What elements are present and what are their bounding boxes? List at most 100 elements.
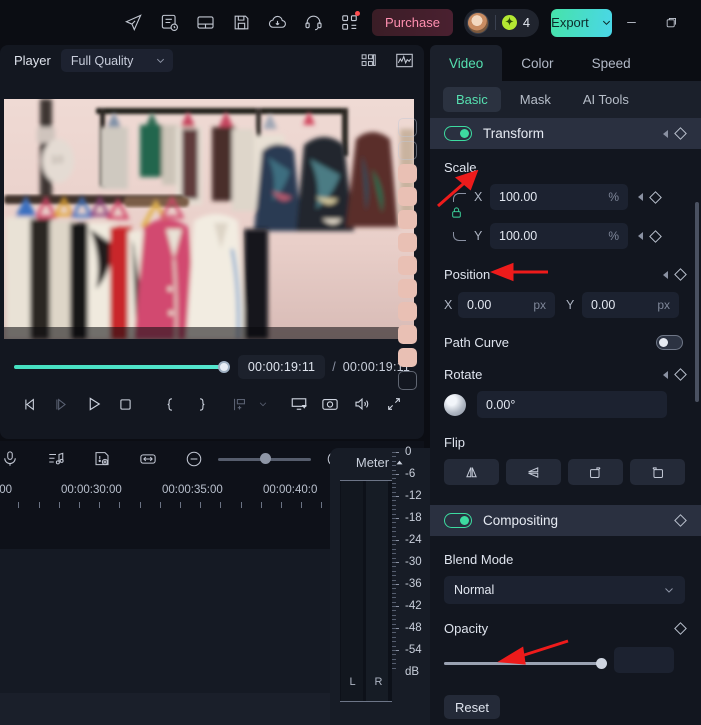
tab-basic[interactable]: Basic xyxy=(443,87,501,112)
lock-icon[interactable] xyxy=(450,206,463,224)
meter-scale-label: -36 xyxy=(405,578,422,590)
record-voiceover-icon[interactable] xyxy=(0,444,26,474)
filmstrip-cell xyxy=(397,256,417,275)
mark-out-button[interactable] xyxy=(190,391,214,417)
restore-button[interactable] xyxy=(652,3,692,43)
flip-horizontal-button[interactable] xyxy=(444,459,499,485)
meter-scale-label: -18 xyxy=(405,512,422,524)
filmstrip-cell xyxy=(397,118,417,137)
rotate-left-button[interactable] xyxy=(630,459,685,485)
player-header-tools xyxy=(360,52,414,69)
player-transport-controls xyxy=(0,384,424,424)
current-timecode[interactable]: 00:00:19:11 xyxy=(237,355,326,379)
add-keyframe-icon[interactable] xyxy=(674,622,687,635)
purchase-button[interactable]: Purchase xyxy=(372,9,453,36)
preview-filmstrip-scrollbar[interactable] xyxy=(394,115,420,405)
meter-scale-label: 0 xyxy=(405,446,412,458)
scale-x-input[interactable]: 100.00 % xyxy=(490,184,628,210)
add-to-timeline-button[interactable] xyxy=(227,391,251,417)
position-x-input[interactable]: 0.00 px xyxy=(458,292,555,318)
add-keyframe-icon[interactable] xyxy=(649,190,662,204)
blend-mode-select[interactable]: Normal xyxy=(444,576,685,604)
filmstrip-cell xyxy=(397,325,417,344)
layout-icon[interactable] xyxy=(192,10,218,36)
scale-link-lock-bottom[interactable] xyxy=(444,231,474,241)
position-label: Position xyxy=(444,267,491,282)
send-icon[interactable] xyxy=(120,10,146,36)
next-frame-button[interactable] xyxy=(50,391,74,417)
snapshot-button[interactable] xyxy=(318,391,342,417)
account-credits[interactable]: ✦ 4 xyxy=(463,8,540,37)
zoom-out-icon[interactable] xyxy=(178,444,210,474)
position-x-value: 0.00 xyxy=(467,298,492,312)
mark-in-button[interactable] xyxy=(158,391,182,417)
quality-select[interactable]: Full Quality xyxy=(60,49,173,72)
volume-button[interactable] xyxy=(350,391,374,417)
stop-button[interactable] xyxy=(113,391,137,417)
add-keyframe-icon[interactable] xyxy=(674,268,687,281)
flip-vertical-button[interactable] xyxy=(506,459,561,485)
prev-keyframe-icon[interactable] xyxy=(638,232,643,240)
rotate-input[interactable]: 0.00° xyxy=(477,391,667,418)
meter-db-scale: 0 -6 -12 -18 -24 -30 -36 -42 -48 -54 dB xyxy=(392,446,430,678)
rotate-dial[interactable] xyxy=(444,393,466,416)
position-y-input[interactable]: 0.00 px xyxy=(582,292,679,318)
avatar[interactable] xyxy=(466,11,489,34)
scale-link-lock[interactable] xyxy=(444,192,474,202)
prev-keyframe-icon[interactable] xyxy=(663,370,668,379)
grid-view-icon[interactable] xyxy=(360,52,377,69)
properties-scrollbar[interactable] xyxy=(695,202,699,402)
play-button[interactable] xyxy=(81,391,105,417)
prev-keyframe-icon[interactable] xyxy=(638,193,643,201)
tab-color[interactable]: Color xyxy=(502,45,572,81)
save-icon[interactable] xyxy=(228,10,254,36)
add-keyframe-icon[interactable] xyxy=(674,514,687,527)
notes-icon[interactable] xyxy=(156,10,182,36)
progress-handle[interactable] xyxy=(217,361,230,373)
tab-mask[interactable]: Mask xyxy=(507,87,564,112)
opacity-slider-handle[interactable] xyxy=(596,657,607,669)
add-dropdown-button[interactable] xyxy=(251,391,275,417)
tab-speed[interactable]: Speed xyxy=(573,45,650,81)
export-button[interactable]: Export xyxy=(551,8,612,37)
apps-grid-icon[interactable] xyxy=(336,10,362,36)
path-curve-toggle[interactable] xyxy=(656,335,683,350)
zoom-slider-handle[interactable] xyxy=(260,453,271,464)
properties-scroll-area[interactable]: Transform Scale X 100.00 % Y 100.00 % Po… xyxy=(430,118,701,725)
timeline-zoom-slider[interactable] xyxy=(218,453,311,464)
tab-video[interactable]: Video xyxy=(430,45,503,81)
minimize-button[interactable] xyxy=(612,3,652,43)
headset-support-icon[interactable] xyxy=(300,10,326,36)
cloud-download-icon[interactable] xyxy=(264,10,290,36)
opacity-slider[interactable] xyxy=(444,657,607,669)
audio-mixer-icon[interactable] xyxy=(40,444,72,474)
meter-scale-tick-minor xyxy=(392,667,396,669)
prev-keyframe-icon[interactable] xyxy=(663,129,668,138)
markers-icon[interactable] xyxy=(86,444,118,474)
add-keyframe-icon[interactable] xyxy=(674,127,687,140)
video-preview[interactable]: 10 xyxy=(4,99,414,339)
tab-ai-tools[interactable]: AI Tools xyxy=(570,87,642,112)
fit-to-window-icon[interactable] xyxy=(132,444,164,474)
prev-keyframe-icon[interactable] xyxy=(663,270,668,279)
reset-button[interactable]: Reset xyxy=(444,695,500,719)
rotate-right-button[interactable] xyxy=(568,459,623,485)
ruler-tick-minor xyxy=(200,502,202,508)
transform-toggle[interactable] xyxy=(444,126,472,141)
display-settings-button[interactable] xyxy=(287,391,311,417)
meter-scale-tick-minor xyxy=(392,509,396,511)
meter-scale-tick-minor xyxy=(392,482,396,484)
scale-y-input[interactable]: 100.00 % xyxy=(490,223,628,249)
ruler-tick-minor xyxy=(99,502,101,508)
add-keyframe-icon[interactable] xyxy=(649,229,662,243)
compositing-toggle[interactable] xyxy=(444,513,472,528)
meter-scale-tick-minor xyxy=(392,575,396,577)
meter-scale-tick-minor xyxy=(392,465,396,467)
prev-frame-button[interactable] xyxy=(18,391,42,417)
close-button[interactable] xyxy=(692,3,701,43)
quality-value: Full Quality xyxy=(70,53,134,68)
waveform-scope-icon[interactable] xyxy=(395,52,414,69)
playback-progress-slider[interactable] xyxy=(14,361,230,373)
add-keyframe-icon[interactable] xyxy=(674,368,687,381)
opacity-input[interactable] xyxy=(614,647,674,673)
